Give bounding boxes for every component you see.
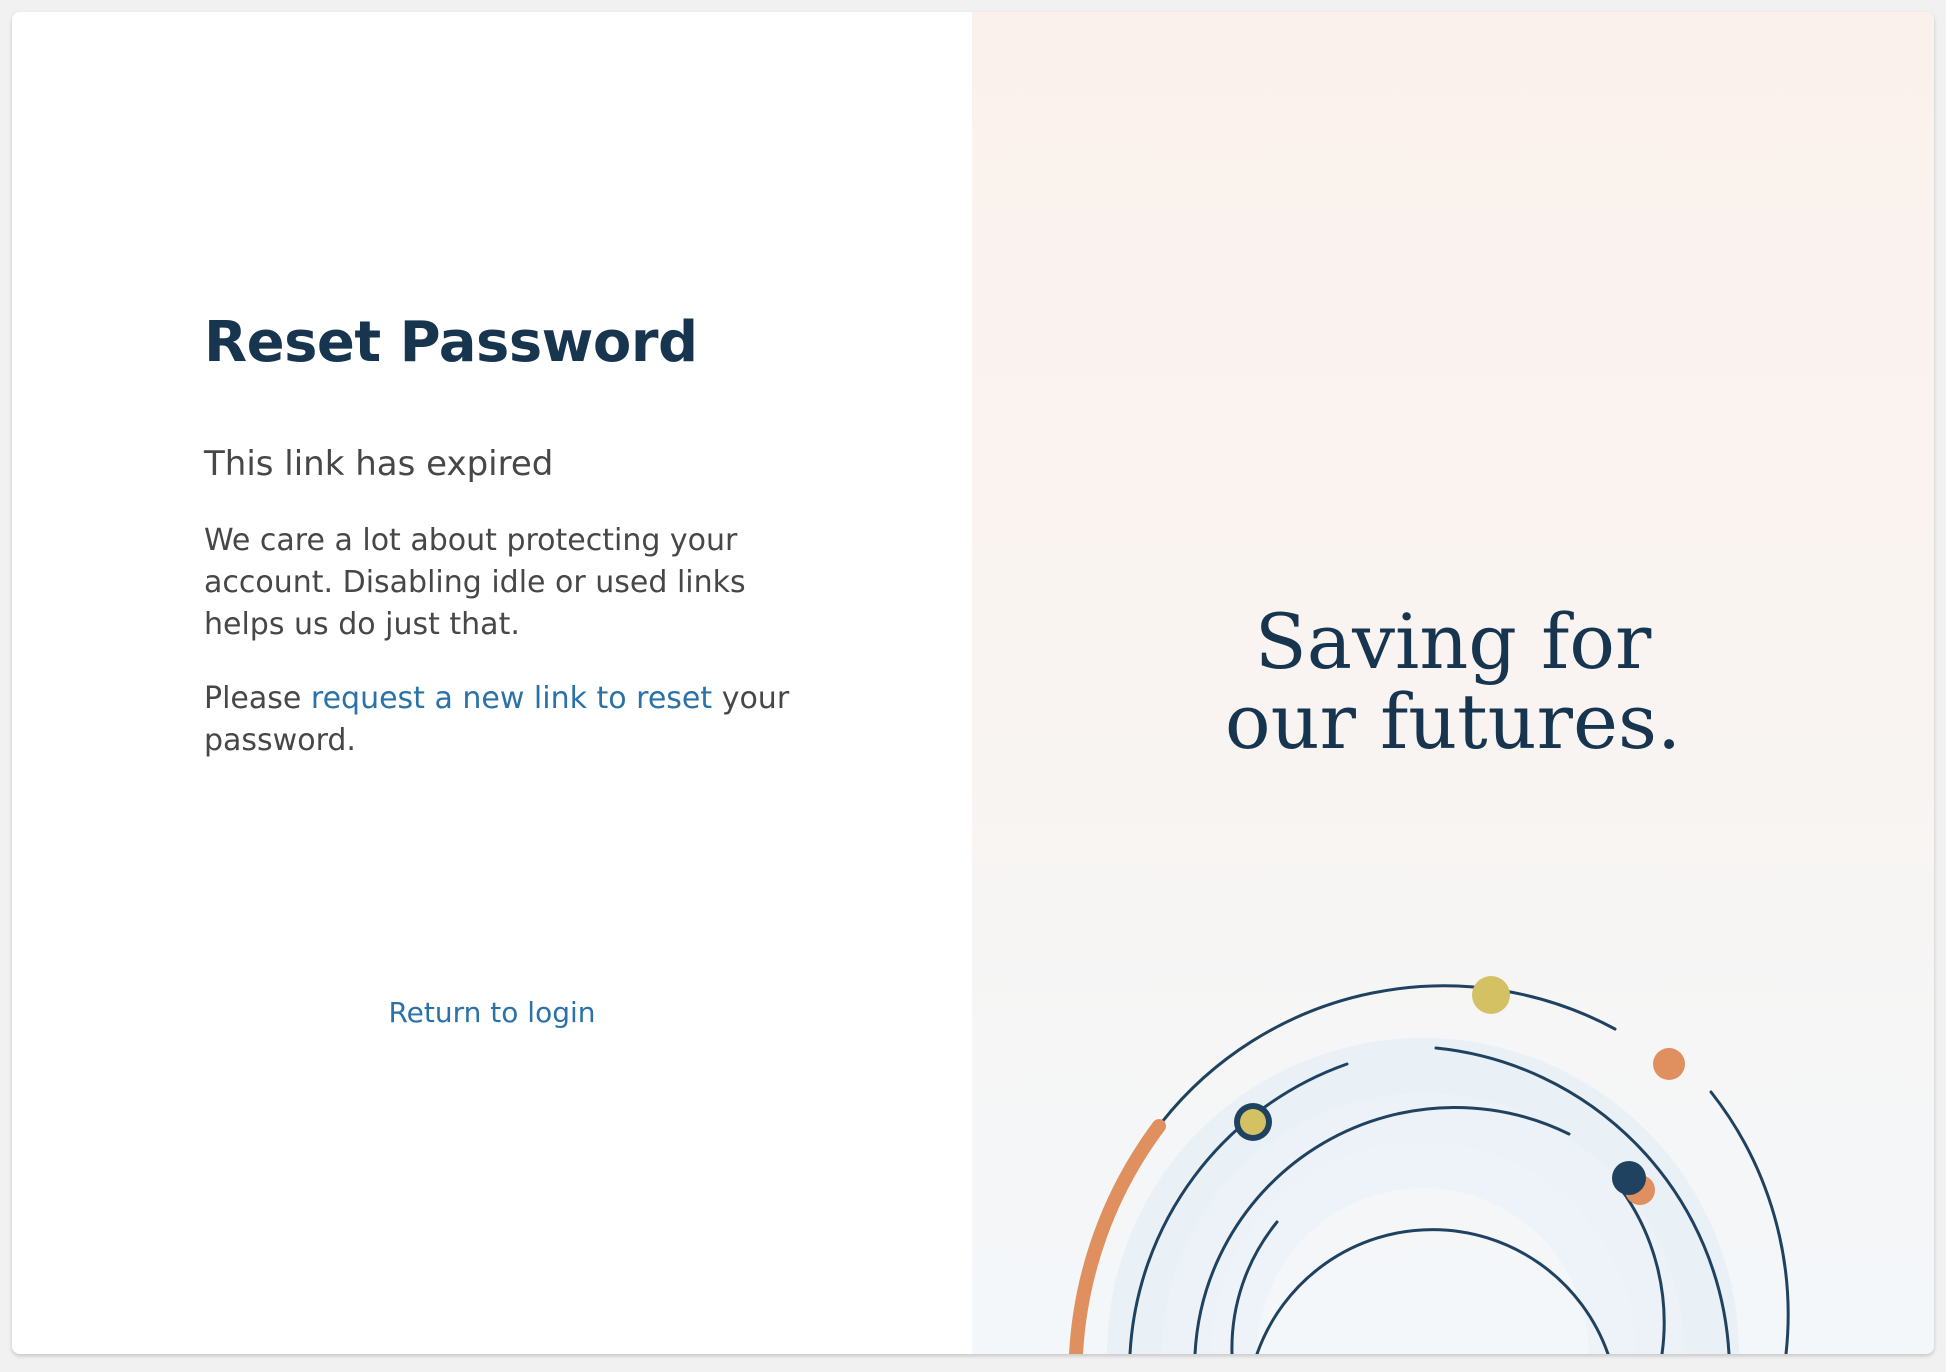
reset-password-card: Reset Password This link has expired We …: [12, 12, 1934, 1354]
form-panel: Reset Password This link has expired We …: [12, 12, 972, 1354]
yellow-dot-top: [1472, 976, 1510, 1014]
request-new-link[interactable]: request a new link to reset: [311, 681, 712, 716]
request-new-link-text: Please request a new link to reset your …: [204, 678, 794, 762]
orbit-arcs-illustration: [1069, 976, 1790, 1354]
page-title: Reset Password: [204, 310, 698, 375]
ringed-yellow-dot: [1240, 1109, 1266, 1135]
explanation-text: We care a lot about protecting your acco…: [204, 523, 746, 643]
promo-panel: Saving for our futures.: [972, 12, 1934, 1354]
request-prefix: Please: [204, 681, 311, 717]
reset-content: Reset Password This link has expired We …: [204, 312, 794, 762]
navy-dot: [1612, 1161, 1646, 1195]
orange-dot: [1653, 1048, 1685, 1080]
return-to-login-link[interactable]: Return to login: [12, 996, 972, 1029]
expired-message: This link has expired: [204, 443, 554, 484]
